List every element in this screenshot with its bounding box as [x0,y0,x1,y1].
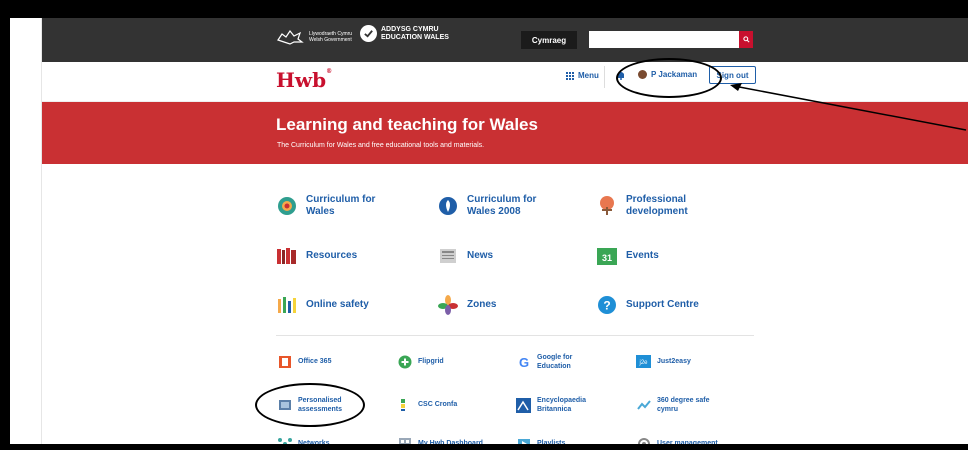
help-icon: ? [596,294,618,316]
tile-support-centre[interactable]: ? Support Centre [596,294,699,316]
tile-label: Zones [467,299,497,310]
page-left-margin [10,18,42,450]
dragon-icon [277,29,304,45]
online-safety-icon [276,294,298,316]
service-360-degree-safe-cymru[interactable]: 360 degree safe cymru [636,396,719,414]
service-label: 360 degree safe cymru [657,397,710,413]
service-encyclopaedia-britannica[interactable]: Encyclopaedia Britannica [516,396,597,414]
service-label: CSC Cronfa [418,401,458,408]
tile-curriculum-for-wales[interactable]: Curriculum for Wales [276,194,396,218]
tile-news[interactable]: News [437,245,493,267]
books-icon [276,245,298,267]
hwb-logo-text: Hwb [276,68,327,92]
welsh-government-text: Llywodraeth Cymru Welsh Government [309,31,353,43]
menu-label: Menu [578,71,599,80]
language-toggle-button[interactable]: Cymraeg [521,31,577,49]
csc-cronfa-icon [397,397,412,412]
service-google-for-education[interactable]: G Google for Education [516,353,587,371]
tile-label: News [467,250,494,261]
svg-text:G: G [518,355,528,369]
tile-label: Events [626,250,659,261]
annotation-arrow [730,83,967,131]
professional-development-icon [596,195,618,217]
google-icon: G [516,355,531,370]
header-divider [604,66,605,88]
service-label: Google for Education [537,354,573,370]
tile-curriculum-for-wales-2008[interactable]: Curriculum for Wales 2008 [437,194,547,218]
tile-label: Resources [306,250,358,261]
curriculum-icon [276,195,298,217]
education-wales-text: ADDYSG CYMRU EDUCATION WALES [381,25,449,41]
curriculum-2008-icon [437,195,459,217]
service-label: Flipgrid [418,358,444,365]
screenshot-frame-bottom [0,444,968,450]
svg-text:j2e: j2e [638,360,648,366]
tile-events[interactable]: 31 Events [596,245,659,267]
tile-resources[interactable]: Resources [276,245,357,267]
menu-button[interactable]: Menu [566,71,599,80]
zones-icon [437,294,459,316]
tile-label: Curriculum for Wales [306,194,376,217]
service-label: Office 365 [298,358,332,365]
tile-label: Support Centre [626,299,699,310]
tile-label: Online safety [306,299,369,310]
360-safe-icon [636,398,651,413]
page-subtitle: The Curriculum for Wales and free educat… [277,142,485,149]
service-label: Encyclopaedia Britannica [537,397,587,413]
calendar-day: 31 [602,253,612,263]
page-title: Learning and teaching for Wales [276,115,538,134]
service-flipgrid[interactable]: Flipgrid [397,354,444,369]
svg-text:?: ? [603,299,610,313]
flipgrid-icon [397,354,412,369]
tile-online-safety[interactable]: Online safety [276,294,369,316]
screenshot-frame-top [0,0,968,18]
registered-mark: ® [326,68,333,75]
office-365-icon [277,354,292,369]
section-divider [276,335,754,336]
service-label: Just2easy [657,358,691,365]
annotation-ellipse-assessments [255,383,365,427]
calendar-icon: 31 [596,245,618,267]
tile-professional-development[interactable]: Professional development [596,194,716,218]
service-just2easy[interactable]: j2e Just2easy [636,354,691,369]
education-wales-logo[interactable]: ADDYSG CYMRU EDUCATION WALES [360,25,471,42]
service-office-365[interactable]: Office 365 [277,354,331,369]
service-csc-cronfa[interactable]: CSC Cronfa [397,397,457,412]
newspaper-icon [437,245,459,267]
search-icon [742,36,749,43]
hwb-logo[interactable]: Hwb® [276,68,332,92]
search-input[interactable] [589,31,739,48]
annotation-ellipse-user [616,58,722,98]
grid-menu-icon [566,71,574,80]
search-button[interactable] [739,31,753,48]
just2easy-icon: j2e [636,354,651,369]
britannica-icon [516,397,531,413]
tile-zones[interactable]: Zones [437,294,496,316]
welsh-government-logo[interactable]: Llywodraeth Cymru Welsh Government [276,28,355,46]
checkmark-icon [360,25,377,42]
tile-label: Curriculum for Wales 2008 [467,194,537,217]
government-bar [42,18,968,62]
tile-label: Professional development [626,194,688,217]
screenshot-frame-left [0,0,10,450]
